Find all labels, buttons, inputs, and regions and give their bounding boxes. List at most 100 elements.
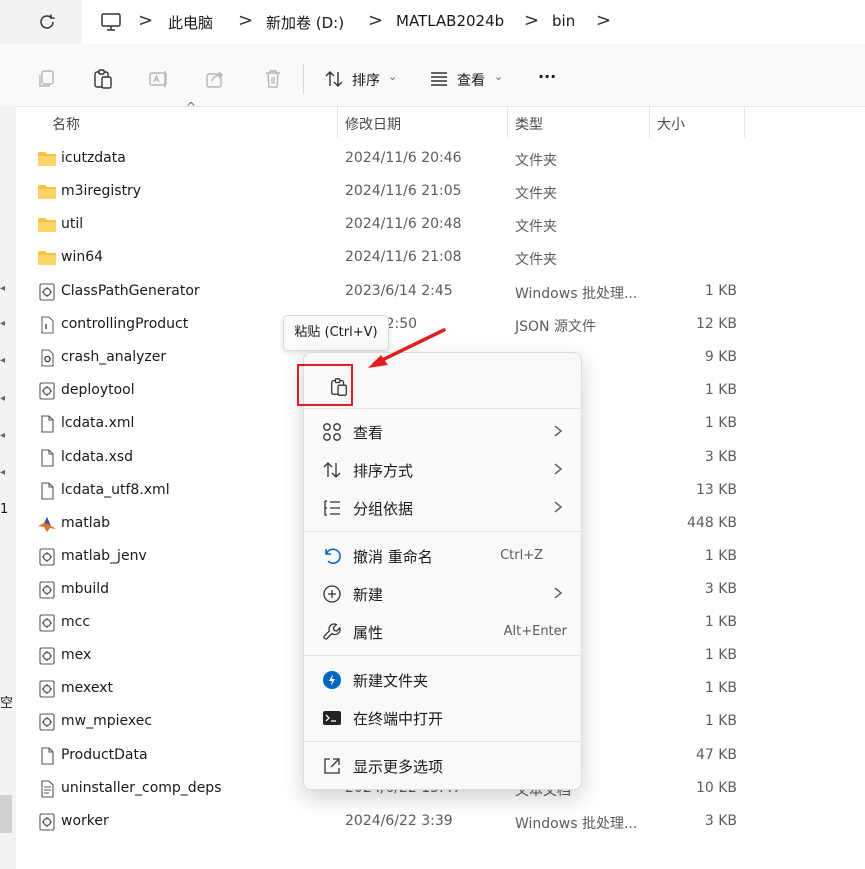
- folder-icon: [38, 152, 56, 166]
- refresh-icon[interactable]: [36, 11, 58, 33]
- toolbar-divider: [303, 64, 304, 94]
- chevron-right-icon: [554, 587, 563, 599]
- menu-item-properties[interactable]: 属性 Alt+Enter: [308, 614, 577, 650]
- sort-button-label[interactable]: 排序: [352, 70, 380, 90]
- view-icon[interactable]: [428, 68, 450, 90]
- column-header-date[interactable]: 修改日期: [345, 114, 401, 134]
- menu-item-label: 显示更多选项: [353, 758, 444, 776]
- file-name: mcc: [61, 614, 91, 630]
- menu-item-label: 新建: [353, 586, 384, 604]
- document-icon: [41, 482, 54, 500]
- column-header-size[interactable]: 大小: [657, 114, 685, 134]
- pin-icon[interactable]: ◂: [0, 318, 5, 329]
- share-icon[interactable]: [204, 68, 226, 90]
- column-divider[interactable]: [649, 106, 650, 138]
- nav-item-fragment[interactable]: 空: [0, 692, 13, 711]
- matlab-icon: [38, 517, 56, 532]
- file-row[interactable]: m3iregistry 2024/11/6 21:05 文件夹: [16, 176, 865, 209]
- breadcrumb-separator[interactable]: >: [138, 10, 153, 31]
- menu-separator: [304, 741, 581, 742]
- pin-icon[interactable]: ◂: [0, 393, 5, 404]
- more-options-button[interactable]: ···: [538, 67, 556, 86]
- menu-separator: [304, 655, 581, 656]
- view-button-label[interactable]: 查看: [457, 70, 485, 90]
- breadcrumb-separator[interactable]: >: [524, 10, 539, 31]
- menu-item-undo-rename[interactable]: 撤消 重命名 Ctrl+Z: [308, 538, 577, 574]
- chevron-down-icon[interactable]: ⌄: [388, 70, 397, 83]
- file-row[interactable]: util 2024/11/6 20:48 文件夹: [16, 209, 865, 242]
- column-header-type[interactable]: 类型: [515, 114, 543, 134]
- menu-item-sort[interactable]: 排序方式: [308, 452, 577, 488]
- breadcrumb-separator[interactable]: >: [368, 10, 383, 31]
- address-bar-area: > 此电脑 > 新加卷 (D:) > MATLAB2024b > bin >: [0, 0, 865, 44]
- terminal-icon: [323, 711, 341, 725]
- file-row[interactable]: ClassPathGenerator 2023/6/14 2:45 Windows …: [16, 276, 865, 309]
- breadcrumb-drive-d[interactable]: 新加卷 (D:): [266, 12, 344, 33]
- text-file-icon: [41, 780, 54, 798]
- annotation-arrow-icon: [368, 328, 446, 368]
- breadcrumb-this-pc[interactable]: 此电脑: [168, 12, 213, 33]
- menu-item-label: 查看: [353, 424, 384, 442]
- menu-item-show-more-options[interactable]: 显示更多选项: [308, 748, 577, 784]
- file-row[interactable]: icutzdata 2024/11/6 20:46 文件夹: [16, 143, 865, 176]
- file-name: mexext: [61, 680, 114, 696]
- pin-icon[interactable]: ◂: [0, 283, 5, 294]
- file-name: matlab: [61, 515, 111, 531]
- column-divider[interactable]: [744, 106, 745, 138]
- menu-item-view[interactable]: 查看: [308, 414, 577, 450]
- file-size: 1 KB: [704, 680, 737, 696]
- column-divider[interactable]: [507, 106, 508, 138]
- file-type: 文件夹: [515, 252, 557, 268]
- breadcrumb-bin[interactable]: bin: [552, 12, 575, 30]
- file-size: 1 KB: [704, 382, 737, 398]
- rename-icon[interactable]: [148, 68, 170, 90]
- breadcrumb-matlab[interactable]: MATLAB2024b: [396, 12, 504, 30]
- highlight-box: [297, 364, 353, 406]
- batch-file-icon: [39, 813, 55, 831]
- pin-icon[interactable]: ◂: [0, 467, 5, 478]
- computer-icon[interactable]: [100, 11, 122, 33]
- file-modified-date: 2023/6/14 2:45: [345, 283, 453, 299]
- file-row[interactable]: win64 2024/11/6 21:08 文件夹: [16, 242, 865, 275]
- file-row[interactable]: worker 2024/6/22 3:39 Windows 批处理... 3 KB: [16, 806, 865, 839]
- menu-item-group-by[interactable]: 分组依据: [308, 490, 577, 526]
- column-header-name[interactable]: 名称: [52, 114, 80, 134]
- menu-item-new[interactable]: 新建: [308, 576, 577, 612]
- paste-icon[interactable]: [92, 68, 114, 90]
- file-name: worker: [61, 813, 109, 829]
- sort-icon[interactable]: [323, 68, 345, 90]
- file-size: 1 KB: [704, 283, 737, 299]
- copy-icon[interactable]: [36, 68, 58, 90]
- menu-item-new-folder[interactable]: 新建文件夹: [308, 662, 577, 698]
- document-icon: [41, 415, 54, 433]
- pin-icon[interactable]: ◂: [0, 430, 5, 441]
- batch-file-icon: [39, 680, 55, 698]
- chevron-down-icon[interactable]: ⌄: [494, 70, 503, 83]
- menu-separator: [304, 531, 581, 532]
- document-icon: [41, 449, 54, 467]
- file-type: JSON 源文件: [515, 319, 596, 335]
- file-size: 3 KB: [704, 449, 737, 465]
- file-name: matlab_jenv: [61, 548, 147, 564]
- nav-scrollbar[interactable]: [0, 795, 12, 833]
- pin-icon[interactable]: ◂: [0, 355, 5, 366]
- menu-item-open-in-terminal[interactable]: 在终端中打开: [308, 700, 577, 736]
- column-divider[interactable]: [337, 106, 338, 138]
- file-name: ClassPathGenerator: [61, 283, 200, 299]
- menu-item-label: 撤消 重命名: [353, 548, 433, 566]
- sort-icon: [323, 462, 341, 478]
- file-name: mbuild: [61, 581, 110, 597]
- file-size: 1 KB: [704, 614, 737, 630]
- delete-icon[interactable]: [262, 68, 284, 90]
- menu-item-label: 在终端中打开: [353, 710, 444, 728]
- file-name: icutzdata: [61, 150, 126, 166]
- navigation-pane[interactable]: [0, 106, 16, 869]
- file-modified-date: 2024/11/6 20:46: [345, 150, 462, 166]
- file-name: mex: [61, 647, 92, 663]
- file-modified-date: 2024/6/22 3:39: [345, 813, 453, 829]
- breadcrumb-separator[interactable]: >: [238, 10, 253, 31]
- file-size: 10 KB: [695, 780, 737, 796]
- nav-item-fragment[interactable]: 1: [0, 502, 8, 517]
- breadcrumb-separator[interactable]: >: [596, 10, 611, 31]
- file-name: deploytool: [61, 382, 135, 398]
